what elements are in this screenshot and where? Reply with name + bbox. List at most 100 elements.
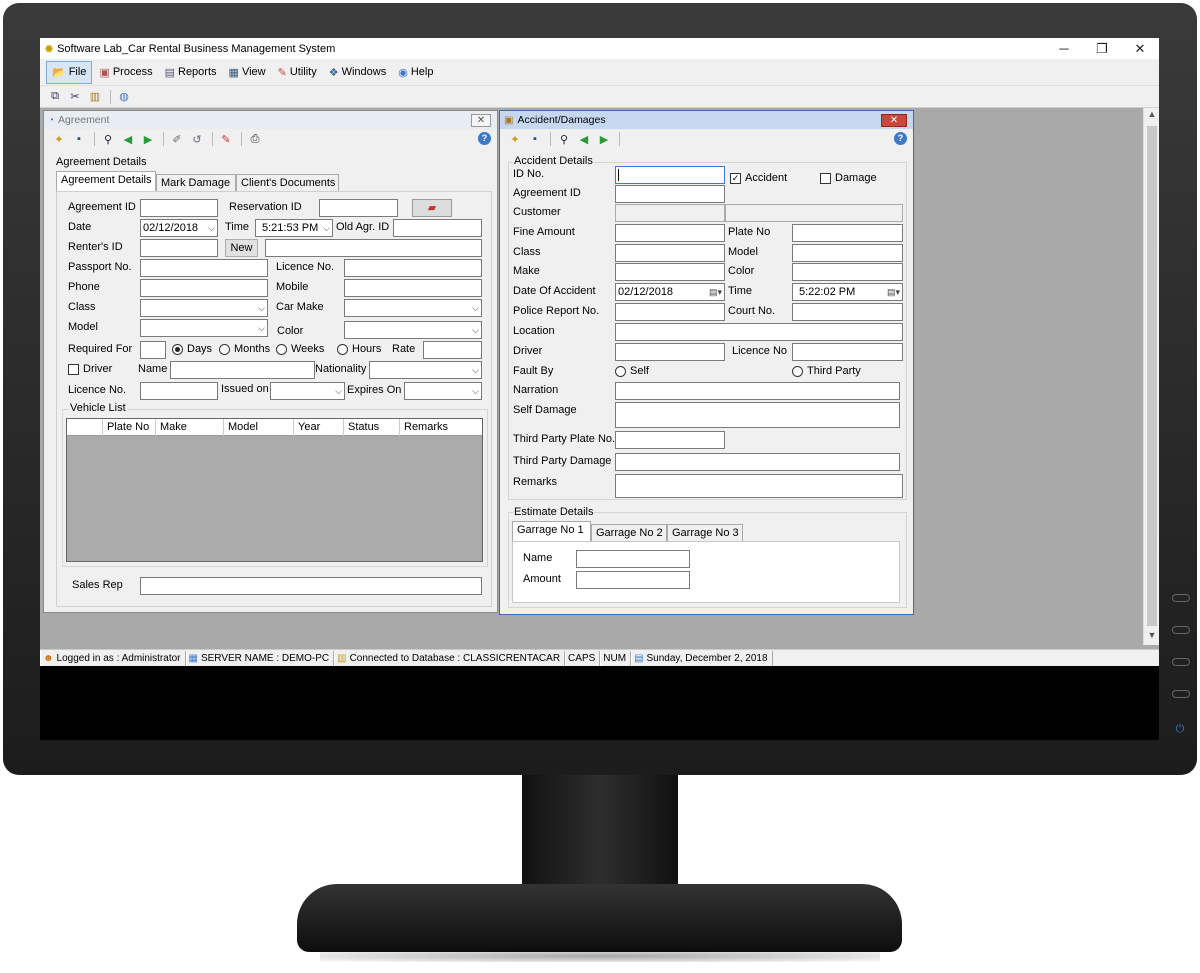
required-for-input[interactable] — [140, 341, 166, 359]
fault-self-radio[interactable]: Self — [615, 365, 649, 377]
help-icon[interactable]: ? — [478, 132, 491, 145]
location-input[interactable] — [615, 323, 903, 341]
globe-icon[interactable]: ◍ — [115, 88, 133, 106]
model-select[interactable]: ⌵ — [140, 319, 268, 337]
tab-garrage-no-1[interactable]: Garrage No 1 — [512, 521, 591, 541]
help-icon[interactable]: ? — [894, 132, 907, 145]
col-year[interactable]: Year — [293, 419, 343, 436]
forward-icon[interactable]: ▶ — [139, 130, 157, 148]
fault-third-party-radio[interactable]: Third Party — [792, 365, 861, 377]
chevron-down-icon[interactable]: ⌵ — [323, 220, 330, 236]
reservation-id-input[interactable] — [319, 199, 398, 217]
new-renter-button[interactable]: New — [225, 239, 258, 257]
col-make[interactable]: Make — [155, 419, 223, 436]
class-input[interactable] — [615, 244, 725, 262]
search-icon[interactable]: ⚲ — [99, 130, 117, 148]
chevron-down-icon[interactable]: ⌵ — [472, 383, 479, 399]
chevron-down-icon[interactable]: ⌵ — [472, 322, 479, 338]
menu-reports[interactable]: ▤ Reports — [160, 61, 222, 84]
chevron-down-icon[interactable]: ⌵ — [472, 362, 479, 378]
car-photo-button[interactable]: ▰ — [412, 199, 452, 217]
phone-input[interactable] — [140, 279, 268, 297]
narration-input[interactable] — [615, 382, 900, 400]
id-no-input[interactable] — [615, 166, 725, 184]
tab-agreement-details[interactable]: Agreement Details — [56, 171, 156, 191]
licence-no-input[interactable] — [344, 259, 482, 277]
calendar-dropdown-icon[interactable]: ▤▾ — [709, 284, 722, 300]
damage-checkbox[interactable]: Damage — [820, 172, 877, 184]
new-record-icon[interactable]: ✦ — [506, 130, 524, 148]
scroll-up-icon[interactable]: ▲ — [1144, 109, 1159, 123]
driver-name-input[interactable] — [170, 361, 315, 379]
plate-no-input[interactable] — [792, 224, 903, 242]
agreement-id-input[interactable] — [140, 199, 218, 217]
back-icon[interactable]: ◀ — [119, 130, 137, 148]
estimate-amount-input[interactable] — [576, 571, 690, 589]
col-status[interactable]: Status — [343, 419, 399, 436]
driver-licence-no-input[interactable] — [140, 382, 218, 400]
tools-icon[interactable]: ✎ — [217, 130, 235, 148]
menu-view[interactable]: ▦ View — [224, 61, 271, 84]
remarks-input[interactable] — [615, 474, 903, 498]
agreement-close-button[interactable]: ✕ — [471, 113, 491, 127]
calendar-dropdown-icon[interactable]: ▤▾ — [887, 284, 900, 300]
rate-input[interactable] — [423, 341, 482, 359]
menu-help[interactable]: ◉ Help — [393, 61, 438, 84]
print-icon[interactable]: ⎙ — [246, 130, 264, 148]
col-remarks[interactable]: Remarks — [399, 419, 482, 436]
restore-button[interactable]: ❐ — [1083, 41, 1121, 57]
accident-close-button[interactable]: ✕ — [881, 113, 907, 127]
chevron-down-icon[interactable]: ⌵ — [472, 300, 479, 316]
paste-icon[interactable]: ▥ — [86, 88, 104, 106]
self-damage-input[interactable] — [615, 402, 900, 428]
nationality-select[interactable]: ⌵ — [369, 361, 482, 379]
time-picker[interactable]: 5:22:02 PM ▤▾ — [792, 283, 903, 301]
estimate-name-input[interactable] — [576, 550, 690, 568]
third-party-damage-input[interactable] — [615, 453, 900, 471]
save-icon[interactable]: ▪ — [526, 130, 544, 148]
chevron-down-icon[interactable]: ⌵ — [208, 220, 215, 236]
chevron-down-icon[interactable]: ⌵ — [258, 300, 265, 316]
police-report-no-input[interactable] — [615, 303, 725, 321]
minimize-button[interactable]: ─ — [1045, 41, 1083, 56]
renter-name-input[interactable] — [265, 239, 482, 257]
menu-process[interactable]: ▣ Process — [94, 61, 157, 84]
col-model[interactable]: Model — [223, 419, 293, 436]
tab-mark-damage[interactable]: Mark Damage — [156, 174, 236, 192]
passport-no-input[interactable] — [140, 259, 268, 277]
cut-icon[interactable]: ✂ — [66, 88, 84, 106]
scrollbar-thumb[interactable] — [1147, 126, 1157, 626]
model-input[interactable] — [792, 244, 903, 262]
date-of-accident-picker[interactable]: 02/12/2018 ▤▾ — [615, 283, 725, 301]
vehicle-list-grid[interactable]: Plate No Make Model Year Status Remarks — [66, 418, 483, 562]
third-party-plate-no-input[interactable] — [615, 431, 725, 449]
date-picker[interactable]: 02/12/2018 ⌵ — [140, 219, 218, 237]
weeks-radio[interactable]: Weeks — [276, 343, 324, 355]
mobile-input[interactable] — [344, 279, 482, 297]
tab-garrage-no-3[interactable]: Garrage No 3 — [667, 524, 743, 542]
car-make-select[interactable]: ⌵ — [344, 299, 482, 317]
color-input[interactable] — [792, 263, 903, 281]
mdi-vertical-scrollbar[interactable]: ▲ ▼ — [1143, 108, 1159, 645]
agreement-id-input[interactable] — [615, 185, 725, 203]
copy-icon[interactable]: ⧉ — [46, 88, 64, 106]
menu-file[interactable]: 📂 File — [46, 60, 93, 84]
chevron-down-icon[interactable]: ⌵ — [335, 383, 342, 399]
search-icon[interactable]: ⚲ — [555, 130, 573, 148]
undo-icon[interactable]: ↺ — [188, 130, 206, 148]
renters-id-input[interactable] — [140, 239, 218, 257]
menu-windows[interactable]: ❖ Windows — [324, 61, 392, 84]
edit-icon[interactable]: ✐ — [168, 130, 186, 148]
class-select[interactable]: ⌵ — [140, 299, 268, 317]
tab-garrage-no-2[interactable]: Garrage No 2 — [591, 524, 667, 542]
close-button[interactable]: ✕ — [1121, 41, 1159, 57]
hours-radio[interactable]: Hours — [337, 343, 381, 355]
months-radio[interactable]: Months — [219, 343, 270, 355]
old-agr-id-input[interactable] — [393, 219, 482, 237]
tab-clients-documents[interactable]: Client's Documents — [236, 174, 339, 192]
col-plate-no[interactable]: Plate No — [102, 419, 155, 436]
licence-no-input[interactable] — [792, 343, 903, 361]
chevron-down-icon[interactable]: ⌵ — [258, 320, 265, 336]
fine-amount-input[interactable] — [615, 224, 725, 242]
days-radio[interactable]: Days — [172, 343, 212, 355]
